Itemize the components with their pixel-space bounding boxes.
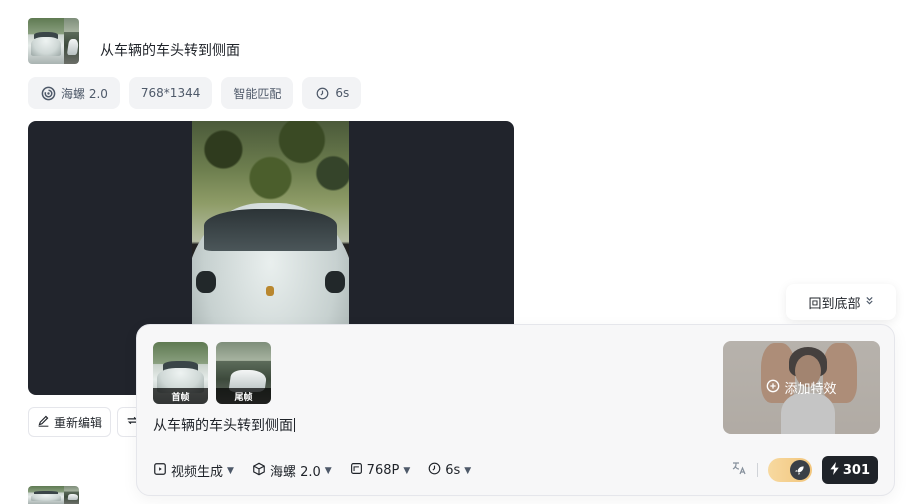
clock-icon bbox=[314, 85, 330, 101]
re-edit-button[interactable]: 重新编辑 bbox=[28, 407, 112, 437]
last-frame-label: 尾帧 bbox=[216, 388, 271, 404]
duration-label: 6s bbox=[445, 463, 461, 478]
tag-model: 海螺 2.0 bbox=[28, 77, 120, 109]
tag-mode: 智能匹配 bbox=[221, 77, 294, 109]
model-select[interactable]: 海螺 2.0 ▼ bbox=[252, 461, 332, 480]
reference-thumbnails[interactable] bbox=[28, 18, 80, 64]
back-to-bottom-label: 回到底部 bbox=[808, 296, 861, 312]
composer-toolbar: 视频生成 ▼ 海螺 2.0 ▼ 768P ▼ 6s ▼ bbox=[153, 461, 471, 480]
generation-type-select[interactable]: 视频生成 ▼ bbox=[153, 461, 234, 480]
resolution-label: 768P bbox=[366, 463, 400, 478]
divider bbox=[756, 463, 758, 477]
edit-icon bbox=[37, 414, 50, 430]
frame-uploads: 首帧 尾帧 bbox=[153, 342, 271, 404]
aspect-icon bbox=[350, 462, 363, 479]
model-label: 海螺 2.0 bbox=[269, 465, 321, 480]
generation-type-label: 视频生成 bbox=[171, 465, 224, 480]
prompt-input-value: 从车辆的车头转到侧面 bbox=[153, 418, 293, 434]
task-header: 从车辆的车头转到侧面 bbox=[28, 18, 240, 64]
rocket-icon bbox=[789, 460, 810, 480]
task-prompt: 从车辆的车头转到侧面 bbox=[100, 43, 240, 59]
chevron-down-icon: ▼ bbox=[227, 465, 234, 476]
first-frame-label: 首帧 bbox=[153, 388, 208, 404]
last-frame-thumbnail[interactable] bbox=[64, 18, 79, 64]
chevron-down-icon: ▼ bbox=[324, 465, 332, 476]
back-to-bottom-button[interactable]: 回到底部 bbox=[786, 284, 896, 320]
text-caret bbox=[294, 418, 295, 432]
add-effect-label: 添加特效 bbox=[784, 382, 837, 397]
resolution-select[interactable]: 768P ▼ bbox=[350, 462, 411, 479]
last-frame-upload[interactable]: 尾帧 bbox=[216, 342, 271, 404]
clock-icon bbox=[428, 462, 441, 479]
translate-icon[interactable] bbox=[731, 460, 747, 480]
task-tags: 海螺 2.0 768*1344 智能匹配 6s bbox=[28, 77, 362, 109]
result-actions: 重新编辑 bbox=[28, 407, 149, 437]
tag-duration-label: 6s bbox=[335, 86, 350, 100]
re-edit-label: 重新编辑 bbox=[54, 415, 103, 430]
tag-model-label: 海螺 2.0 bbox=[61, 86, 108, 101]
chevron-down-double-icon bbox=[865, 295, 874, 310]
tag-mode-label: 智能匹配 bbox=[233, 86, 282, 101]
prompt-input[interactable]: 从车辆的车头转到侧面 bbox=[153, 415, 295, 435]
duration-select[interactable]: 6s ▼ bbox=[428, 462, 471, 479]
turbo-toggle[interactable] bbox=[767, 458, 812, 482]
prompt-composer: 首帧 尾帧 从车辆的车头转到侧面 添加特效 视频生成 ▼ 海螺 2.0 ▼ 76… bbox=[136, 324, 895, 496]
first-frame-upload[interactable]: 首帧 bbox=[153, 342, 208, 404]
composer-right-tools: 301 bbox=[731, 456, 878, 484]
add-effect-card[interactable]: 添加特效 bbox=[723, 341, 880, 434]
first-frame-thumbnail[interactable] bbox=[28, 18, 64, 64]
tag-resolution: 768*1344 bbox=[128, 77, 213, 109]
generate-button[interactable]: 301 bbox=[821, 456, 878, 484]
tag-duration: 6s bbox=[302, 77, 362, 109]
add-effect-overlay: 添加特效 bbox=[723, 341, 880, 434]
chevron-down-icon: ▼ bbox=[403, 465, 411, 476]
tag-resolution-label: 768*1344 bbox=[140, 86, 201, 100]
video-gen-icon bbox=[153, 462, 167, 480]
plus-circle-icon bbox=[766, 379, 780, 397]
lightning-icon bbox=[830, 461, 840, 479]
model-spiral-icon bbox=[40, 85, 56, 101]
cube-icon bbox=[252, 462, 266, 480]
next-task-thumbnails[interactable] bbox=[28, 486, 80, 504]
chevron-down-icon: ▼ bbox=[464, 465, 472, 476]
credit-count: 301 bbox=[842, 462, 870, 478]
